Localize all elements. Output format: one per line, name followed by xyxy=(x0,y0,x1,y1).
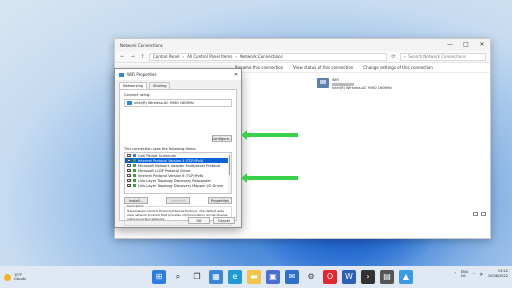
configure-button[interactable]: Configure... xyxy=(212,135,232,142)
address-bar[interactable]: Control Panel › All Control Panel Items … xyxy=(149,52,387,61)
system-tray: ⌃ ENG US ◠ 🔈 13:22 10/06/2022 xyxy=(454,269,508,279)
view-status-command[interactable]: View status of this connection xyxy=(293,65,353,70)
connection-adapter: Intel(R) Wireless-AC 9560 160MHz xyxy=(332,86,392,90)
taskbar: 10°F Clouds ⊞ ⌕ ❐ ▦ e ▬ ▣ ✉ ⚙ O W › ▤ ▲ … xyxy=(0,266,512,288)
checkbox[interactable]: ✓ xyxy=(127,158,131,163)
checkbox[interactable]: ✓ xyxy=(127,178,131,183)
explorer-titlebar: Network Connections — □ ✕ xyxy=(115,39,490,51)
dialog-tabs: Networking Sharing xyxy=(115,80,241,89)
dialog-titlebar: WiFi Properties ✕ xyxy=(115,69,241,80)
dialog-close-button[interactable]: ✕ xyxy=(231,72,241,78)
clock-date: 10/06/2022 xyxy=(487,274,508,278)
protocol-icon xyxy=(132,164,136,167)
language-indicator[interactable]: ENG US xyxy=(461,270,469,279)
weather-text: Clouds xyxy=(14,277,26,281)
annotation-arrow-ipv4 xyxy=(241,130,298,140)
annotation-arrow-properties xyxy=(241,173,298,183)
breadcrumb-network-connections[interactable]: Network Connections xyxy=(240,54,283,59)
protocol-icon xyxy=(132,154,136,157)
clock[interactable]: 13:22 10/06/2022 xyxy=(488,269,508,279)
search-input[interactable]: ⌕ Search Network Connections xyxy=(400,52,486,61)
items-label: This connection uses the following items… xyxy=(124,147,197,151)
connect-using-label: Connect using: xyxy=(124,93,151,97)
details-view-icon[interactable] xyxy=(473,211,478,216)
adapter-icon xyxy=(127,101,132,105)
close-button[interactable]: ✕ xyxy=(474,39,490,51)
breadcrumb-control-panel[interactable]: Control Panel xyxy=(153,54,180,59)
cancel-button[interactable]: Cancel xyxy=(213,217,235,224)
list-item[interactable]: ✓ Link-Layer Topology Discovery Mapper I… xyxy=(125,183,231,188)
checkbox[interactable]: ✓ xyxy=(127,168,131,173)
refresh-icon[interactable]: ⟳ xyxy=(390,54,397,60)
change-settings-command[interactable]: Change settings of this connection xyxy=(363,65,433,70)
network-icon xyxy=(119,72,124,77)
search-placeholder: Search Network Connections xyxy=(408,54,466,59)
widgets-icon[interactable]: ▦ xyxy=(209,270,223,284)
opera-icon[interactable]: O xyxy=(323,270,337,284)
dialog-title: WiFi Properties xyxy=(127,72,157,77)
rename-connection-command[interactable]: Rename this connection xyxy=(235,65,283,70)
protocol-icon xyxy=(132,179,136,182)
store-icon[interactable]: ▣ xyxy=(266,270,280,284)
network-adapter-icon xyxy=(317,78,329,88)
taskbar-apps: ⊞ ⌕ ❐ ▦ e ▬ ▣ ✉ ⚙ O W › ▤ ▲ xyxy=(152,270,413,284)
uninstall-button[interactable]: Uninstall xyxy=(166,197,190,204)
edge-icon[interactable]: e xyxy=(228,270,242,284)
search-icon[interactable]: ⌕ xyxy=(171,270,185,284)
volume-icon[interactable]: 🔈 xyxy=(479,272,483,276)
task-view-icon[interactable]: ❐ xyxy=(190,270,204,284)
forward-icon[interactable]: → xyxy=(129,54,136,60)
large-icons-view-icon[interactable] xyxy=(481,211,486,216)
photos-icon[interactable]: ▲ xyxy=(399,270,413,284)
tab-networking[interactable]: Networking xyxy=(119,82,148,89)
back-icon[interactable]: ← xyxy=(119,54,126,60)
chevron-up-icon[interactable]: ⌃ xyxy=(454,272,457,276)
checkbox[interactable]: ✓ xyxy=(127,183,131,188)
items-list[interactable]: ✓ QoS Packet Scheduler ✓ Internet Protoc… xyxy=(124,152,232,194)
protocol-icon xyxy=(132,174,136,177)
weather-widget[interactable]: 10°F Clouds xyxy=(0,273,26,282)
list-item[interactable]: Microsoft Network Adapter Multiplexor Pr… xyxy=(125,163,231,168)
list-scrollbar[interactable] xyxy=(228,153,231,193)
up-icon[interactable]: ↑ xyxy=(139,54,146,60)
networking-panel: Connect using: Intel(R) Wireless-AC 9560… xyxy=(119,89,237,226)
protocol-icon xyxy=(132,184,136,187)
install-button[interactable]: Install... xyxy=(124,197,148,204)
protocol-icon xyxy=(132,159,136,162)
wifi-icon[interactable]: ◠ xyxy=(472,272,475,276)
settings-icon[interactable]: ⚙ xyxy=(304,270,318,284)
breadcrumb-all-items[interactable]: All Control Panel Items xyxy=(187,54,232,59)
address-bar-row: ← → ↑ Control Panel › All Control Panel … xyxy=(115,51,490,63)
word-icon[interactable]: W xyxy=(342,270,356,284)
window-caption-buttons: — □ ✕ xyxy=(442,39,490,51)
description-legend: Description xyxy=(126,204,146,208)
checkbox[interactable] xyxy=(127,163,131,168)
sun-icon xyxy=(4,273,11,281)
wifi-connection-item[interactable]: WiFi Intel(R) Wireless-AC 9560 160MHz xyxy=(317,78,392,90)
calculator-icon[interactable]: ▤ xyxy=(380,270,394,284)
wifi-properties-dialog: WiFi Properties ✕ Networking Sharing Con… xyxy=(114,68,242,228)
ok-button[interactable]: OK xyxy=(188,217,210,224)
checkbox[interactable]: ✓ xyxy=(127,173,131,178)
properties-button[interactable]: Properties xyxy=(208,197,232,204)
tab-sharing[interactable]: Sharing xyxy=(149,82,171,89)
mail-icon[interactable]: ✉ xyxy=(285,270,299,284)
explorer-title: Network Connections xyxy=(120,42,163,48)
protocol-icon xyxy=(132,169,136,172)
terminal-icon[interactable]: › xyxy=(361,270,375,284)
adapter-field: Intel(R) Wireless-AC 9560 160MHz xyxy=(124,99,232,107)
checkbox[interactable]: ✓ xyxy=(127,153,131,158)
file-explorer-icon[interactable]: ▬ xyxy=(247,270,261,284)
adapter-name: Intel(R) Wireless-AC 9560 160MHz xyxy=(134,101,194,105)
minimize-button[interactable]: — xyxy=(442,39,458,51)
search-icon: ⌕ xyxy=(404,54,407,59)
start-icon[interactable]: ⊞ xyxy=(152,270,166,284)
maximize-button[interactable]: □ xyxy=(458,39,474,51)
